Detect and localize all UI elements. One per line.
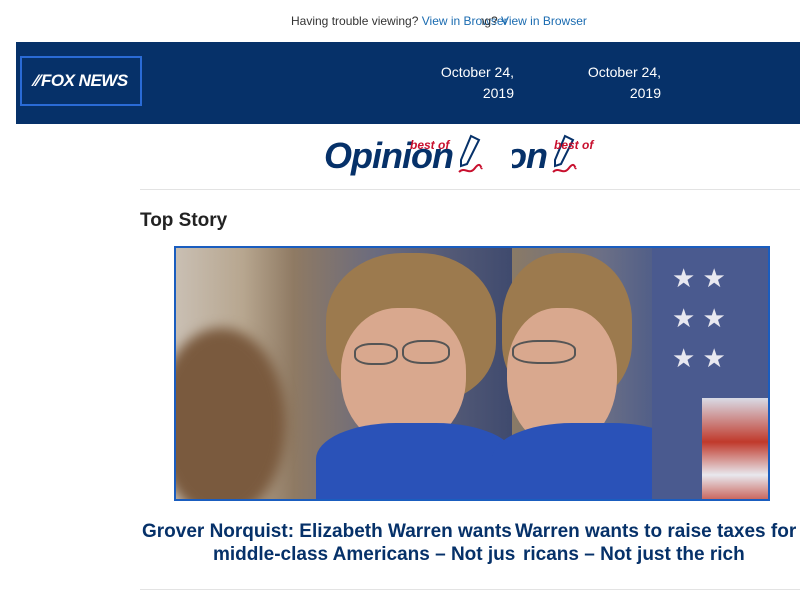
image-left-half: [176, 248, 516, 499]
section-title: Top Story: [140, 210, 228, 231]
date-label: October 24, 2019: [440, 64, 514, 101]
glasses-right-shape: [402, 340, 450, 364]
opinion-logo: Opinion best of: [324, 134, 483, 176]
view-in-browser-link-duplicate[interactable]: View in Browser: [501, 14, 587, 28]
date-label-duplicate: October 24, 2019: [581, 62, 661, 104]
email-header: ⁄⁄ FOX NEWS October 24, 2019 October 24,…: [16, 42, 800, 124]
best-of-opinion-banner[interactable]: Opinion best of inion best of: [0, 130, 800, 188]
divider-bottom: [140, 589, 800, 590]
headline-line-1-duplicate: Warren wants to raise taxes for: [515, 521, 797, 542]
headline-line-2: middle-class Americans – Not jus: [213, 544, 516, 565]
glasses-shape-duplicate: [512, 340, 576, 364]
logo-text: FOX NEWS: [41, 71, 128, 90]
fox-news-logo[interactable]: ⁄⁄ FOX NEWS: [20, 56, 142, 106]
headline-left-fragment: Grover Norquist: Elizabeth Warren wants …: [142, 520, 516, 566]
opinion-logo-duplicate: inion best of: [512, 134, 652, 176]
top-story-headline[interactable]: Grover Norquist: Elizabeth Warren wants …: [0, 520, 800, 568]
best-of-label-duplicate: best of: [554, 138, 594, 152]
trouble-viewing-text: Having trouble viewing? View in Browser: [291, 14, 511, 28]
flag-stars-icon: ★ ★ ★ ★ ★ ★: [672, 263, 726, 373]
trouble-viewing-label-duplicate: viewing?: [481, 14, 498, 28]
best-of-label: best of: [410, 138, 450, 152]
top-story-image[interactable]: ★ ★ ★ ★ ★ ★: [174, 246, 770, 501]
glasses-left-shape: [354, 343, 398, 365]
headline-line-2-duplicate: ricans – Not just the rich: [523, 544, 745, 565]
pen-icon: [458, 134, 483, 173]
pre-header: Having trouble viewing? View in Browser …: [0, 0, 800, 42]
blurred-head-shape: [176, 328, 286, 499]
date-line-1: October 24,: [587, 64, 661, 80]
flag-stripes-shape: [702, 398, 768, 499]
logo-mark-icon: ⁄⁄: [34, 71, 40, 90]
date-line-2: 2019: [629, 85, 661, 101]
opinion-word-duplicate: inion: [512, 135, 548, 176]
image-right-half: ★ ★ ★ ★ ★ ★: [492, 248, 768, 499]
headline-line-1: Grover Norquist: Elizabeth Warren wants …: [142, 521, 516, 542]
jacket-shape: [316, 423, 516, 499]
trouble-viewing-text-duplicate: viewing? View in Browser: [481, 14, 681, 28]
trouble-viewing-label: Having trouble viewing?: [291, 14, 419, 28]
headline-right-fragment: Warren wants to raise taxes for ricans –…: [515, 520, 800, 566]
divider: [140, 189, 800, 190]
